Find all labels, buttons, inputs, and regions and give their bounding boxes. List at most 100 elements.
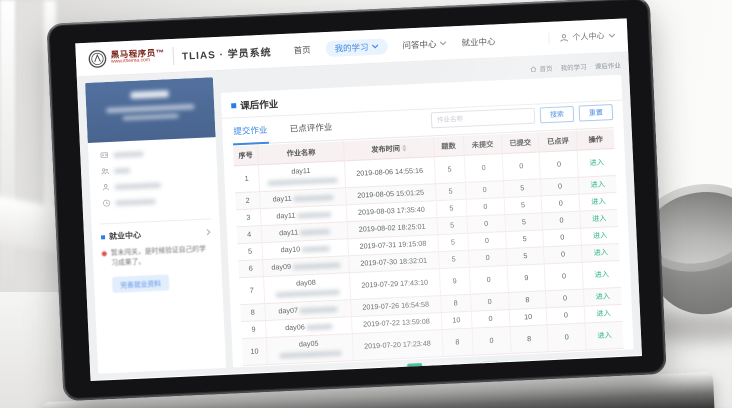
homework-table: 序号 作业名称 发布时间 题数 未提交 已提交 已点评 (233, 129, 624, 366)
nav-item-label: 我的学习 (334, 41, 369, 55)
nav-item-qa-center[interactable]: 问答中心 (402, 37, 447, 51)
enter-link[interactable]: 进入 (597, 331, 612, 341)
cell-submitted: 8 (510, 325, 549, 353)
user-menu[interactable]: 个人中心 (548, 30, 615, 44)
enter-link[interactable]: 进入 (593, 248, 608, 258)
cell-questions: 5 (437, 216, 468, 234)
cell-action: 进入 (581, 227, 619, 246)
photo-scene: 黑马程序员™ www.itheima.com TLIAS · 学员系统 首页我的… (0, 0, 732, 408)
user-icon (559, 33, 568, 42)
person-icon (102, 183, 110, 191)
chevron-down-icon (439, 41, 446, 46)
cell-not-submitted: 0 (472, 327, 511, 355)
cell-questions: 5 (435, 182, 466, 200)
enter-link[interactable]: 进入 (594, 270, 609, 280)
col-header-reviewed: 已点评 (539, 131, 578, 152)
nav-item-job-center[interactable]: 就业中心 (461, 35, 496, 49)
group-icon (101, 167, 109, 175)
itheima-logo-icon (88, 49, 108, 69)
profile-info-row (100, 147, 204, 160)
cell-action: 进入 (582, 244, 620, 263)
cell-name: day05 (267, 334, 354, 365)
cell-not-submitted: 0 (469, 266, 508, 294)
page-button-2[interactable]: 2 (426, 362, 442, 378)
enter-link[interactable]: 进入 (592, 214, 607, 224)
cell-action: 进入 (579, 192, 617, 211)
redacted-name (293, 263, 341, 270)
enter-link[interactable]: 进入 (596, 309, 611, 319)
goto-unit: 页 (502, 362, 509, 372)
cell-action: 进入 (578, 175, 616, 194)
redacted-value (115, 198, 155, 205)
cell-questions: 5 (436, 199, 467, 217)
homework-table-body: 1day112019-08-06 14:55:165000进入2day11201… (234, 149, 624, 366)
enter-link[interactable]: 进入 (591, 197, 606, 207)
redacted-name (279, 350, 341, 358)
cell-time: 2019-07-20 17:23:48 (352, 330, 443, 361)
cell-action: 进入 (584, 305, 622, 324)
nav-item-label: 问答中心 (402, 38, 437, 52)
profile-info-row (101, 163, 205, 176)
page-button-1[interactable]: 1 (407, 363, 423, 379)
enter-link[interactable]: 进入 (593, 231, 608, 241)
brand-url: www.itheima.com (111, 58, 165, 66)
cell-submitted: 8 (508, 291, 546, 310)
cell-not-submitted: 0 (465, 180, 503, 199)
breadcrumb-separator: · (589, 63, 591, 70)
cell-not-submitted: 0 (469, 249, 507, 268)
cell-reviewed: 0 (542, 194, 580, 213)
cell-not-submitted: 0 (466, 198, 504, 217)
profile-info-row (102, 195, 206, 208)
prev-page-button[interactable]: ‹ (388, 364, 404, 380)
employment-header[interactable]: 就业中心 (101, 226, 211, 242)
enter-link[interactable]: 进入 (589, 158, 604, 168)
cell-action: 进入 (580, 209, 618, 228)
enter-link[interactable]: 进入 (590, 180, 605, 190)
employment-profile-button[interactable]: 完善就业资料 (112, 275, 169, 294)
cell-not-submitted: 0 (470, 293, 508, 312)
cell-name: day11 (259, 161, 346, 192)
tab-reviewed-homework[interactable]: 已点评作业 (288, 118, 333, 141)
cell-reviewed: 0 (540, 150, 579, 178)
sort-carets[interactable] (402, 145, 406, 152)
reset-button[interactable]: 重置 (579, 104, 614, 122)
goto-label: 前往 (464, 363, 478, 374)
cell-action: 进入 (577, 149, 616, 177)
profile-info-row (102, 179, 206, 192)
col-header-not-submitted: 未提交 (463, 134, 502, 155)
laptop: 黑马程序员™ www.itheima.com TLIAS · 学员系统 首页我的… (46, 0, 671, 408)
search-button[interactable]: 搜索 (540, 106, 575, 124)
sort-caret-up-icon[interactable] (402, 145, 406, 148)
nav-item-label: 首页 (293, 43, 311, 56)
chevron-right-icon (206, 228, 211, 235)
redacted-class-dates (123, 113, 179, 120)
search-input[interactable] (431, 108, 536, 129)
enter-link[interactable]: 进入 (595, 292, 610, 302)
tab-submit-homework[interactable]: 提交作业 (232, 121, 269, 146)
breadcrumb-item-0[interactable]: 首页 (539, 63, 552, 74)
cell-name: day08 (264, 273, 351, 304)
cell-reviewed: 0 (542, 211, 580, 230)
cell-reviewed: 0 (546, 289, 584, 308)
goto-page-input[interactable] (482, 360, 499, 375)
breadcrumb-separator: · (555, 64, 557, 71)
redacted-name (294, 194, 334, 201)
user-menu-label: 个人中心 (572, 30, 604, 42)
sort-caret-down-icon[interactable] (402, 149, 406, 152)
breadcrumb-item-2[interactable]: 课后作业 (595, 60, 621, 71)
itheima-logo[interactable]: 黑马程序员™ www.itheima.com (88, 46, 166, 68)
breadcrumb-item-1[interactable]: 我的学习 (560, 61, 586, 72)
redacted-name (302, 246, 330, 252)
col-header-no: 序号 (233, 145, 259, 166)
cell-time: 2019-07-29 17:43:10 (349, 269, 440, 300)
nav-item-home[interactable]: 首页 (293, 43, 311, 56)
cell-reviewed: 0 (543, 228, 581, 247)
cell-submitted: 5 (506, 247, 544, 266)
cell-no: 2 (235, 191, 260, 209)
cell-reviewed: 0 (545, 262, 584, 290)
redacted-name (300, 229, 330, 235)
next-page-button[interactable]: › (445, 361, 461, 377)
homework-panel: 课后作业 提交作业 已点评作业 搜索 重置 (221, 75, 634, 368)
product-title: TLIAS · 学员系统 (182, 44, 272, 63)
nav-item-my-learning[interactable]: 我的学习 (325, 38, 388, 57)
